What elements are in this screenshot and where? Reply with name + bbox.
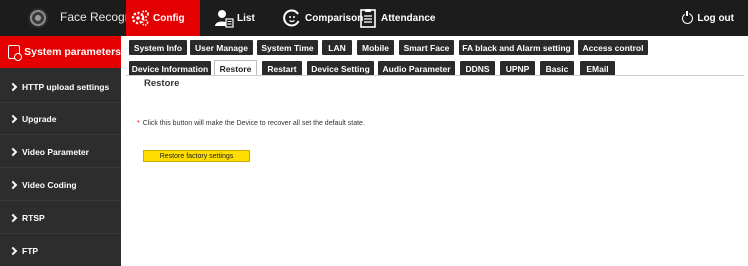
nav-comparison[interactable]: Comparison (282, 0, 366, 36)
required-marker: * (137, 120, 140, 127)
logout-button[interactable]: Log out (682, 0, 734, 36)
tab-device-information[interactable]: Device Information (129, 61, 211, 76)
nav-config-label: Config (153, 12, 185, 24)
user-list-icon (214, 8, 234, 28)
nav-attendance-label: Attendance (381, 12, 436, 24)
sidebar-item-video-parameter[interactable]: Video Parameter (0, 136, 121, 168)
sidebar-item-label: Video Parameter (22, 146, 89, 157)
sidebar-item-label: FTP (22, 245, 39, 256)
chevron-right-icon (8, 246, 18, 255)
nav-config[interactable]: Config (126, 0, 200, 36)
tab-system-info[interactable]: System Info (129, 40, 187, 55)
settings-document-icon (8, 45, 23, 61)
tab-user-manage[interactable]: User Manage (190, 40, 253, 55)
nav-list[interactable]: List (214, 0, 274, 36)
restore-factory-settings-button[interactable]: Restore factory settings (143, 150, 250, 162)
tab-fa-black-alarm[interactable]: FA black and Alarm setting (459, 40, 574, 55)
logout-label: Log out (697, 12, 734, 24)
tab-system-time[interactable]: System Time (257, 40, 318, 55)
sidebar-item-label: System parameters (24, 46, 121, 58)
sidebar-item-system-parameters[interactable]: System parameters (0, 36, 121, 68)
section-title: Restore (144, 78, 180, 89)
nav-list-label: List (237, 12, 255, 24)
sidebar: System parameters HTTP upload settings U… (0, 36, 121, 266)
tab-device-setting[interactable]: Device Setting (307, 61, 374, 76)
power-icon (682, 10, 694, 24)
top-navigation-bar: Face Recognize Config List Comparison At… (0, 0, 748, 36)
tab-email[interactable]: EMail (580, 61, 615, 76)
chevron-right-icon (8, 147, 18, 156)
sidebar-item-http-upload[interactable]: HTTP upload settings (0, 71, 121, 103)
brand: Face Recognize (0, 0, 147, 36)
tab-restart[interactable]: Restart (262, 61, 302, 76)
sidebar-item-video-coding[interactable]: Video Coding (0, 169, 121, 201)
face-logo-icon (28, 8, 48, 28)
tab-access-control[interactable]: Access control (578, 40, 648, 55)
sidebar-item-label: Video Coding (22, 179, 77, 190)
chevron-right-icon (8, 180, 18, 189)
tab-audio-parameter[interactable]: Audio Parameter (378, 61, 455, 76)
sidebar-item-rtsp[interactable]: RTSP (0, 202, 121, 234)
face-scan-icon (282, 8, 302, 28)
chevron-right-icon (8, 82, 18, 91)
clipboard-icon (358, 8, 378, 28)
sidebar-item-label: Upgrade (22, 113, 57, 124)
chevron-right-icon (8, 213, 18, 222)
tab-smart-face[interactable]: Smart Face (399, 40, 454, 55)
tab-mobile[interactable]: Mobile (357, 40, 394, 55)
sidebar-item-label: RTSP (22, 212, 45, 223)
tab-upnp[interactable]: UPNP (500, 61, 535, 76)
chevron-right-icon (8, 114, 18, 123)
tab-basic[interactable]: Basic (540, 61, 574, 76)
tab-divider (126, 75, 744, 76)
sidebar-item-label: HTTP upload settings (22, 81, 110, 92)
tab-lan[interactable]: LAN (322, 40, 352, 55)
restore-hint-text: Click this button will make the Device t… (142, 120, 365, 127)
tab-ddns[interactable]: DDNS (460, 61, 495, 76)
sidebar-item-ftp[interactable]: FTP (0, 235, 121, 266)
tab-restore[interactable]: Restore (214, 60, 257, 76)
nav-attendance[interactable]: Attendance (358, 0, 448, 36)
sidebar-item-upgrade[interactable]: Upgrade (0, 103, 121, 135)
restore-hint: * Click this button will make the Device … (137, 120, 365, 127)
gears-icon (130, 8, 150, 28)
nav-comparison-label: Comparison (305, 12, 364, 24)
